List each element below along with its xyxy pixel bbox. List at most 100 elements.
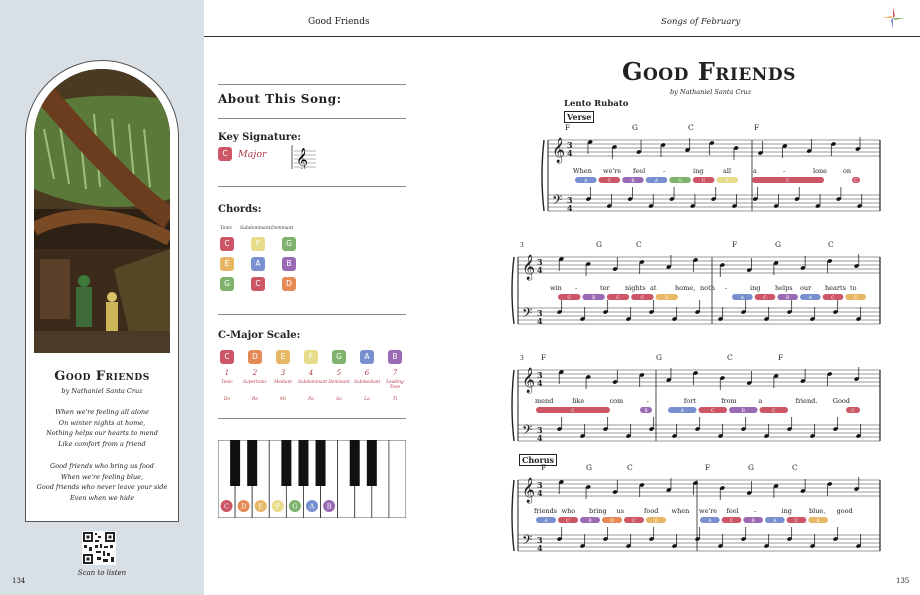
qr-code[interactable] bbox=[82, 531, 116, 565]
lyric-syllable: on bbox=[843, 167, 851, 175]
notehead bbox=[557, 537, 562, 541]
lyric-syllable: hearts bbox=[825, 284, 846, 292]
note-pill-label: C bbox=[711, 408, 715, 414]
notehead bbox=[612, 145, 617, 149]
note-pill-label: F bbox=[726, 178, 729, 184]
notehead bbox=[603, 310, 608, 314]
note-color-pill bbox=[765, 517, 785, 523]
notehead bbox=[639, 483, 645, 487]
note-color-pill bbox=[536, 407, 610, 413]
illustration bbox=[34, 69, 170, 353]
notehead bbox=[557, 427, 562, 431]
piano-keyboard[interactable]: CDEFGAB bbox=[218, 440, 406, 518]
note-color-pill bbox=[822, 294, 844, 300]
notehead bbox=[612, 380, 618, 384]
note-pill-label: C bbox=[851, 408, 855, 414]
solfege: Fa bbox=[308, 397, 314, 402]
scan-label: Scan to listen bbox=[77, 569, 127, 577]
piano-key-label: F bbox=[276, 503, 281, 511]
piano-black-key[interactable] bbox=[315, 440, 326, 486]
notehead bbox=[833, 427, 838, 431]
lyric-syllable: When bbox=[573, 167, 592, 175]
piano-black-key[interactable] bbox=[230, 440, 241, 486]
piano-key-label: C bbox=[224, 503, 229, 511]
note-pill-label: B bbox=[644, 408, 648, 414]
note-pill-label: C bbox=[608, 178, 612, 184]
chord-symbol: F bbox=[754, 123, 759, 132]
piano-white-key[interactable] bbox=[388, 440, 406, 518]
note-color-pill bbox=[669, 177, 691, 183]
lyric-syllable: to bbox=[850, 284, 857, 292]
lyric-syllable: food bbox=[644, 507, 658, 515]
note-color-pill bbox=[645, 177, 668, 183]
notehead bbox=[639, 260, 645, 264]
divider bbox=[218, 84, 406, 85]
notehead bbox=[626, 544, 631, 548]
scale-degree: 1 bbox=[224, 369, 230, 377]
page-number: 135 bbox=[896, 577, 910, 585]
chord-header: Subdominant bbox=[240, 226, 271, 231]
chord-note-pill: C bbox=[251, 277, 265, 291]
scale-function: Subdominant bbox=[298, 380, 328, 385]
notehead bbox=[720, 486, 725, 490]
note-color-pill bbox=[558, 294, 581, 300]
note-pill-label: A bbox=[543, 518, 548, 524]
notehead bbox=[732, 204, 737, 208]
lyric-syllable: - bbox=[663, 167, 665, 175]
star-logo-icon bbox=[882, 7, 904, 29]
note-color-pill bbox=[646, 517, 666, 523]
notehead bbox=[752, 197, 758, 201]
brace bbox=[511, 256, 515, 325]
notehead bbox=[559, 480, 564, 484]
notehead bbox=[672, 317, 677, 321]
time-signature: 4 bbox=[537, 316, 543, 326]
notehead bbox=[815, 204, 821, 208]
bass-clef-icon: 𝄢 bbox=[552, 192, 562, 211]
notehead bbox=[639, 373, 645, 377]
measure-number: 3 bbox=[520, 355, 524, 362]
scale-degree: 2 bbox=[252, 369, 258, 377]
note-color-pill bbox=[732, 294, 753, 300]
time-signature: 4 bbox=[537, 265, 543, 275]
note-color-pill bbox=[536, 517, 556, 523]
song-card: Good Friends by Nathaniel Santa Cruz Whe… bbox=[25, 60, 179, 522]
notehead bbox=[827, 372, 833, 376]
note-pill-label: C bbox=[854, 178, 858, 184]
notehead bbox=[833, 310, 838, 314]
notehead bbox=[718, 317, 723, 321]
notehead bbox=[648, 204, 654, 208]
note-color-pill bbox=[716, 177, 738, 183]
lyric-line: Even when we hide bbox=[69, 493, 135, 502]
page-number: 134 bbox=[12, 577, 26, 585]
lyric-syllable: win bbox=[550, 284, 562, 292]
note-color-pill bbox=[800, 294, 821, 300]
piano-black-key[interactable] bbox=[349, 440, 360, 486]
piano-black-key[interactable] bbox=[247, 440, 258, 486]
note-color-pill bbox=[845, 294, 866, 300]
note-pill-label: C bbox=[730, 518, 734, 524]
lyric-line: When we're feeling blue, bbox=[60, 472, 144, 481]
notehead bbox=[669, 197, 675, 201]
piano-black-key[interactable] bbox=[366, 440, 377, 486]
note-color-pill bbox=[598, 177, 621, 183]
notehead bbox=[733, 146, 739, 150]
note-color-pill bbox=[786, 517, 807, 523]
chord-symbol: C bbox=[627, 463, 633, 472]
divider bbox=[218, 118, 406, 119]
lyric-syllable: who bbox=[562, 507, 576, 515]
note-pill-label: C bbox=[632, 518, 636, 524]
note-pill-label: B bbox=[592, 295, 596, 301]
lyric-line: Good friends who bring us food bbox=[50, 462, 154, 470]
lyric-syllable: at bbox=[650, 284, 657, 292]
notehead bbox=[585, 485, 591, 489]
time-signature: 4 bbox=[537, 433, 543, 443]
lyric-syllable: we're bbox=[603, 167, 621, 175]
piano-black-key[interactable] bbox=[281, 440, 292, 486]
scale-degree: 4 bbox=[308, 369, 314, 377]
note-pill-label: C bbox=[616, 295, 620, 301]
note-pill-label: C bbox=[795, 518, 799, 524]
brace bbox=[541, 139, 545, 212]
piano-black-key[interactable] bbox=[298, 440, 309, 486]
note-pill-label: B bbox=[742, 408, 746, 414]
notehead bbox=[603, 537, 608, 541]
